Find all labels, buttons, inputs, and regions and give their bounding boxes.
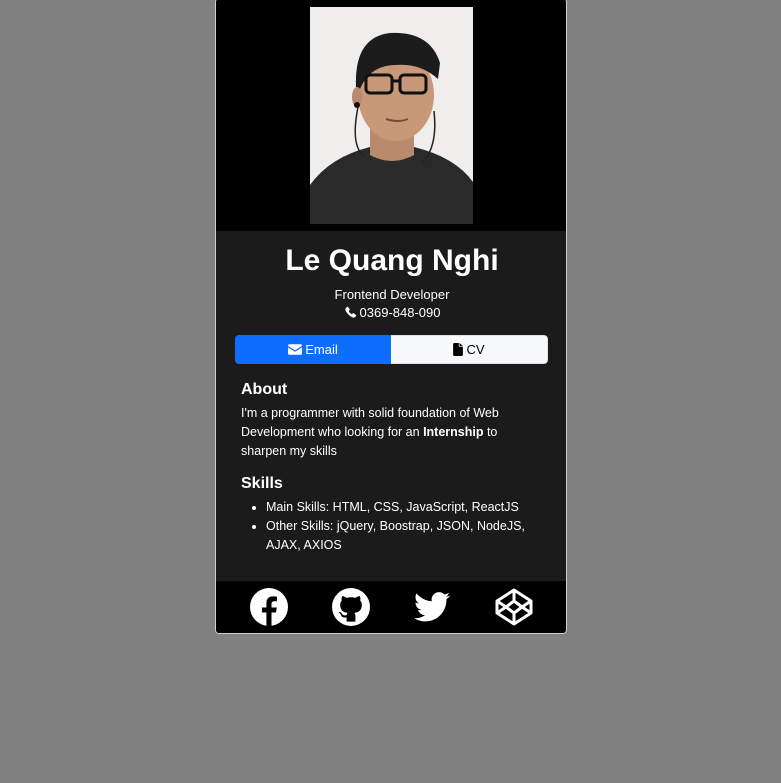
skills-heading: Skills bbox=[241, 475, 283, 492]
cv-button[interactable]: CV bbox=[391, 335, 548, 364]
profile-card: Le Quang Nghi Frontend Developer 0369-84… bbox=[215, 0, 567, 634]
about-highlight: Internship bbox=[423, 425, 484, 439]
github-icon[interactable] bbox=[331, 587, 371, 627]
contact-buttons: Email CV bbox=[235, 335, 548, 364]
photo-band bbox=[216, 0, 566, 231]
email-button-label: Email bbox=[305, 342, 338, 357]
about-heading: About bbox=[241, 381, 288, 398]
cv-button-label: CV bbox=[466, 342, 485, 357]
skills-item-other: Other Skills: jQuery, Boostrap, JSON, No… bbox=[266, 517, 531, 555]
twitter-icon[interactable] bbox=[412, 587, 452, 627]
profile-role: Frontend Developer bbox=[334, 287, 450, 302]
file-icon bbox=[453, 343, 464, 356]
codepen-icon[interactable] bbox=[494, 587, 534, 627]
profile-name: Le Quang Nghi bbox=[285, 244, 499, 277]
skills-item-main: Main Skills: HTML, CSS, JavaScript, Reac… bbox=[266, 498, 531, 517]
profile-phone: 0369-848-090 bbox=[216, 304, 566, 321]
phone-number: 0369-848-090 bbox=[359, 305, 441, 320]
social-links bbox=[216, 581, 566, 633]
facebook-icon[interactable] bbox=[249, 587, 289, 627]
email-button[interactable]: Email bbox=[235, 335, 391, 364]
phone-icon bbox=[344, 306, 356, 318]
envelope-icon bbox=[288, 344, 303, 355]
profile-photo bbox=[310, 7, 473, 224]
about-text: I'm a programmer with solid foundation o… bbox=[241, 404, 531, 461]
skills-list: Main Skills: HTML, CSS, JavaScript, Reac… bbox=[241, 498, 531, 555]
